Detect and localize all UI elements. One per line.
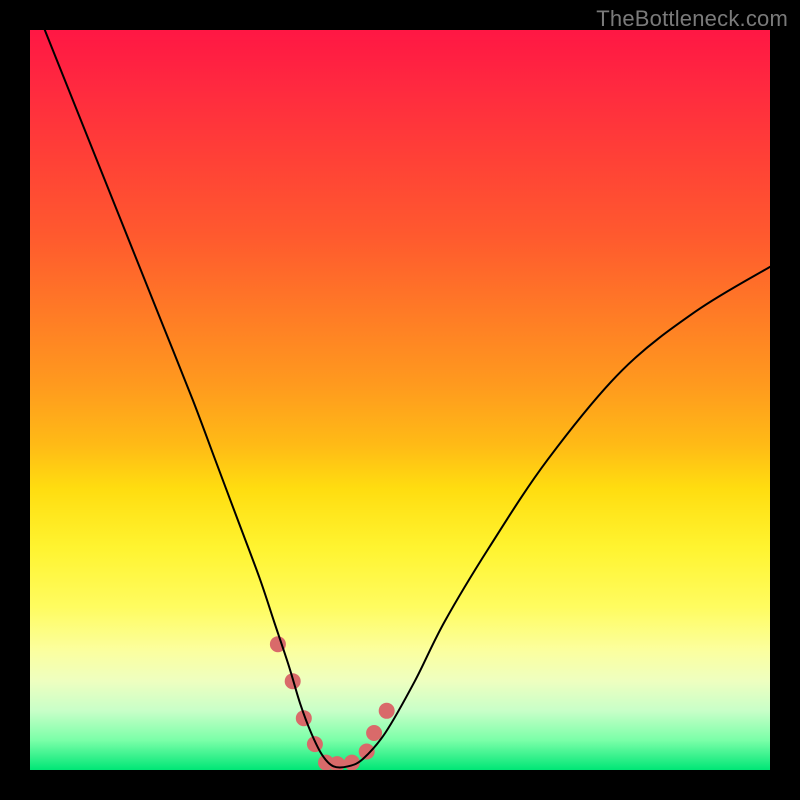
bottleneck-curve [45, 30, 770, 767]
plot-area [30, 30, 770, 770]
highlight-dot [366, 725, 382, 741]
highlight-dot [359, 744, 375, 760]
chart-frame: TheBottleneck.com [0, 0, 800, 800]
highlight-dots-group [270, 636, 395, 770]
highlight-dot [379, 703, 395, 719]
watermark-text: TheBottleneck.com [596, 6, 788, 32]
chart-svg [30, 30, 770, 770]
highlight-dot [307, 736, 323, 752]
